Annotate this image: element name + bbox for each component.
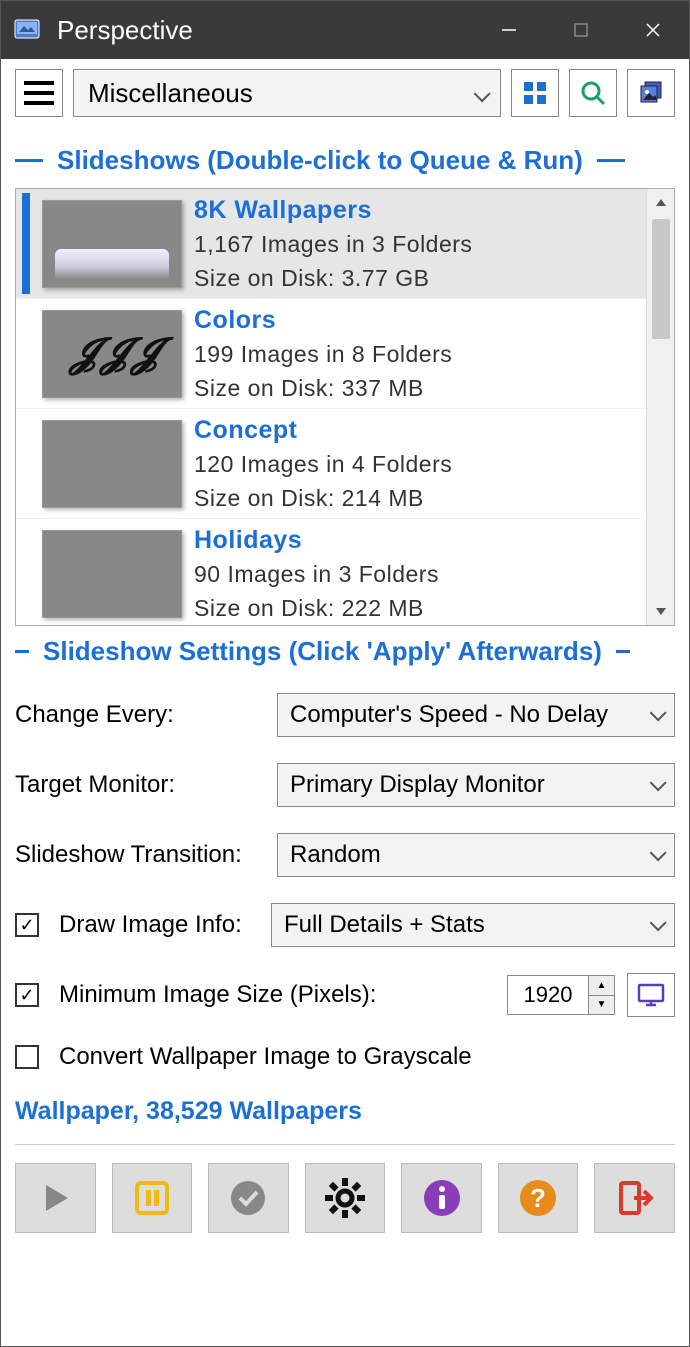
- change-every-row: Change Every: Computer's Speed - No Dela…: [15, 693, 675, 737]
- settings-header-text: Slideshow Settings (Click 'Apply' Afterw…: [43, 636, 602, 667]
- slideshows-section-header: Slideshows (Double-click to Queue & Run): [15, 145, 675, 176]
- slideshow-count: 120 Images in 4 Folders: [194, 448, 452, 481]
- change-every-dropdown[interactable]: Computer's Speed - No Delay: [277, 693, 675, 737]
- slideshows-header-text: Slideshows (Double-click to Queue & Run): [57, 145, 583, 176]
- help-button[interactable]: ?: [498, 1163, 579, 1233]
- pause-button[interactable]: [112, 1163, 193, 1233]
- transition-dropdown[interactable]: Random: [277, 833, 675, 877]
- slideshow-size: Size on Disk: 337 MB: [194, 372, 452, 405]
- app-icon: [11, 14, 43, 46]
- spin-down-button[interactable]: ▼: [589, 996, 614, 1015]
- slideshow-size: Size on Disk: 3.77 GB: [194, 262, 472, 295]
- svg-text:?: ?: [530, 1183, 546, 1213]
- play-button[interactable]: [15, 1163, 96, 1233]
- selection-indicator: [22, 523, 30, 624]
- minimize-button[interactable]: [473, 1, 545, 59]
- slideshow-thumbnail: [42, 310, 182, 398]
- draw-info-label: Draw Image Info:: [59, 911, 259, 939]
- slideshow-list: 8K Wallpapers1,167 Images in 3 FoldersSi…: [15, 188, 675, 626]
- app-window: Perspective Miscellaneous: [0, 0, 690, 1347]
- slideshow-thumbnail: [42, 420, 182, 508]
- scroll-thumb[interactable]: [652, 219, 670, 339]
- chevron-down-icon: [650, 705, 662, 726]
- draw-info-row: ✓ Draw Image Info: Full Details + Stats: [15, 903, 675, 947]
- slideshow-size: Size on Disk: 222 MB: [194, 592, 439, 625]
- status-link[interactable]: Wallpaper, 38,529 Wallpapers: [15, 1097, 675, 1126]
- slideshow-item[interactable]: 8K Wallpapers1,167 Images in 3 FoldersSi…: [16, 189, 646, 299]
- transition-value: Random: [290, 841, 381, 869]
- min-size-checkbox[interactable]: ✓: [15, 983, 39, 1007]
- min-size-row: ✓ Minimum Image Size (Pixels): ▲ ▼: [15, 973, 675, 1017]
- menu-button[interactable]: [15, 69, 63, 117]
- slideshow-name: Holidays: [194, 522, 439, 558]
- category-value: Miscellaneous: [88, 78, 253, 109]
- draw-info-dropdown[interactable]: Full Details + Stats: [271, 903, 675, 947]
- min-size-input[interactable]: [508, 976, 588, 1014]
- slideshow-count: 1,167 Images in 3 Folders: [194, 228, 472, 261]
- slideshow-item[interactable]: Colors199 Images in 8 FoldersSize on Dis…: [16, 299, 646, 409]
- transition-label: Slideshow Transition:: [15, 841, 265, 869]
- grayscale-label: Convert Wallpaper Image to Grayscale: [59, 1043, 472, 1071]
- slideshow-item[interactable]: Concept120 Images in 4 FoldersSize on Di…: [16, 409, 646, 519]
- slideshow-meta: Holidays90 Images in 3 FoldersSize on Di…: [194, 523, 439, 624]
- category-dropdown[interactable]: Miscellaneous: [73, 69, 501, 117]
- top-toolbar: Miscellaneous: [15, 69, 675, 117]
- scroll-down-button[interactable]: [647, 597, 675, 625]
- draw-info-checkbox[interactable]: ✓: [15, 913, 39, 937]
- slideshow-thumbnail: [42, 530, 182, 618]
- info-button[interactable]: [401, 1163, 482, 1233]
- slideshow-name: Concept: [194, 412, 452, 448]
- draw-info-value: Full Details + Stats: [284, 911, 485, 939]
- change-every-value: Computer's Speed - No Delay: [290, 701, 608, 729]
- close-button[interactable]: [617, 1, 689, 59]
- slideshow-item[interactable]: Holidays90 Images in 3 FoldersSize on Di…: [16, 519, 646, 625]
- slideshow-meta: Colors199 Images in 8 FoldersSize on Dis…: [194, 303, 452, 404]
- settings-section-header: Slideshow Settings (Click 'Apply' Afterw…: [15, 636, 675, 667]
- settings-panel: Change Every: Computer's Speed - No Dela…: [15, 693, 675, 1071]
- target-monitor-row: Target Monitor: Primary Display Monitor: [15, 763, 675, 807]
- target-monitor-label: Target Monitor:: [15, 771, 265, 799]
- apply-button[interactable]: [208, 1163, 289, 1233]
- slideshow-name: 8K Wallpapers: [194, 192, 472, 228]
- titlebar: Perspective: [1, 1, 689, 59]
- exit-button[interactable]: [594, 1163, 675, 1233]
- target-monitor-value: Primary Display Monitor: [290, 771, 545, 799]
- slideshow-meta: Concept120 Images in 4 FoldersSize on Di…: [194, 413, 452, 514]
- chevron-down-icon: [650, 845, 662, 866]
- chevron-down-icon: [650, 775, 662, 796]
- gallery-button[interactable]: [627, 69, 675, 117]
- min-size-spinner[interactable]: ▲ ▼: [507, 975, 615, 1015]
- settings-button[interactable]: [305, 1163, 386, 1233]
- chevron-down-icon: [650, 915, 662, 936]
- change-every-label: Change Every:: [15, 701, 265, 729]
- chevron-down-icon: [474, 78, 486, 109]
- window-controls: [473, 1, 689, 59]
- maximize-button[interactable]: [545, 1, 617, 59]
- selection-indicator: [22, 193, 30, 294]
- bottom-button-bar: ?: [15, 1163, 675, 1233]
- selection-indicator: [22, 303, 30, 404]
- grid-view-button[interactable]: [511, 69, 559, 117]
- slideshow-thumbnail: [42, 200, 182, 288]
- slideshow-count: 90 Images in 3 Folders: [194, 558, 439, 591]
- separator: [15, 1144, 675, 1145]
- search-button[interactable]: [569, 69, 617, 117]
- scroll-up-button[interactable]: [647, 189, 675, 217]
- window-title: Perspective: [57, 15, 473, 46]
- spin-up-button[interactable]: ▲: [589, 976, 614, 996]
- selection-indicator: [22, 413, 30, 514]
- transition-row: Slideshow Transition: Random: [15, 833, 675, 877]
- slideshow-size: Size on Disk: 214 MB: [194, 482, 452, 515]
- slideshow-count: 199 Images in 8 Folders: [194, 338, 452, 371]
- grayscale-checkbox[interactable]: [15, 1045, 39, 1069]
- target-monitor-dropdown[interactable]: Primary Display Monitor: [277, 763, 675, 807]
- slideshow-name: Colors: [194, 302, 452, 338]
- grayscale-row: Convert Wallpaper Image to Grayscale: [15, 1043, 675, 1071]
- detect-resolution-button[interactable]: [627, 973, 675, 1017]
- slideshow-meta: 8K Wallpapers1,167 Images in 3 FoldersSi…: [194, 193, 472, 294]
- min-size-label: Minimum Image Size (Pixels):: [59, 981, 495, 1009]
- scrollbar[interactable]: [646, 189, 674, 625]
